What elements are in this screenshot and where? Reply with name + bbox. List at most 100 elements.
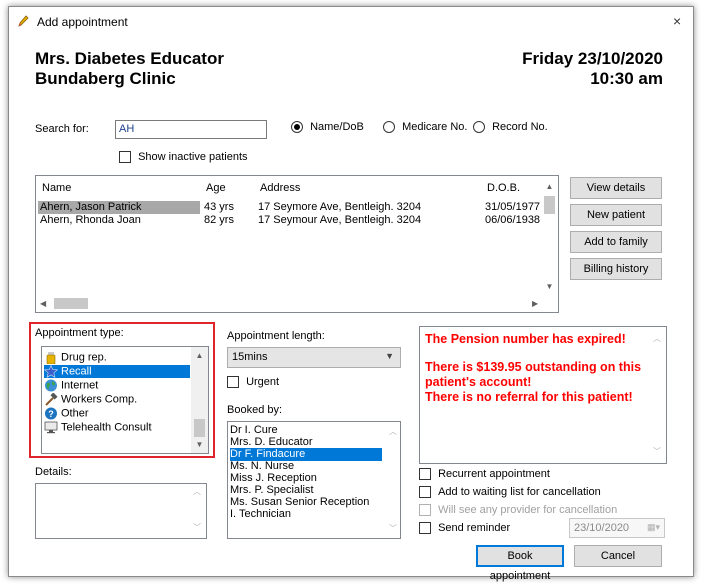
appointment-type-vscroll[interactable]: ▲ ▼: [191, 347, 208, 453]
reminder-date-picker: 23/10/2020 ▦▾: [569, 518, 665, 538]
any-provider-label: Will see any provider for cancellation: [438, 504, 618, 516]
scroll-down-arrow-icon[interactable]: ﹀: [193, 522, 201, 533]
scroll-thumb[interactable]: [544, 196, 555, 214]
appointment-type-highlight: Appointment type: Drug rep. Recall Inter…: [29, 322, 215, 458]
scroll-down-arrow-icon[interactable]: ﹀: [389, 523, 397, 534]
radio-indicator[interactable]: [473, 121, 485, 134]
appointment-length-value: 15mins: [232, 351, 268, 363]
chevron-down-icon[interactable]: ▼: [385, 351, 394, 361]
radio-selected-indicator[interactable]: [291, 121, 303, 134]
col-header-address[interactable]: Address: [260, 182, 300, 194]
new-patient-button[interactable]: New patient: [570, 204, 662, 226]
list-item[interactable]: Telehealth Consult: [44, 421, 190, 434]
radio-record-label: Record No.: [492, 121, 548, 133]
col-header-name[interactable]: Name: [42, 182, 71, 194]
details-textarea[interactable]: [35, 483, 207, 539]
radio-name-dob-label: Name/DoB: [310, 121, 364, 133]
add-to-family-button[interactable]: Add to family: [570, 231, 662, 253]
patient-age: 82 yrs: [204, 214, 234, 226]
calendar-icon: ▦▾: [646, 522, 660, 532]
patient-age: 43 yrs: [204, 201, 234, 213]
patient-list-vscroll[interactable]: ▲ ▼: [541, 176, 558, 295]
scroll-down-arrow-icon[interactable]: ▼: [191, 436, 208, 453]
list-item[interactable]: ? Other: [44, 407, 190, 420]
appointment-length-select[interactable]: 15mins ▼: [227, 347, 401, 368]
list-item-label: Telehealth Consult: [61, 421, 152, 434]
scroll-up-arrow-icon[interactable]: ︿: [193, 486, 201, 497]
col-header-dob[interactable]: D.O.B.: [487, 182, 520, 194]
scroll-left-arrow-icon[interactable]: ◀: [40, 299, 46, 308]
pencil-icon: [18, 15, 29, 27]
appointment-type-label: Appointment type:: [35, 327, 124, 339]
star-icon: [44, 365, 58, 378]
list-item[interactable]: I. Technician: [230, 508, 382, 521]
alert-no-referral: There is no referral for this patient!: [425, 390, 633, 404]
any-provider-checkbox: Will see any provider for cancellation: [419, 504, 618, 517]
show-inactive-label: Show inactive patients: [138, 151, 248, 163]
globe-icon: [45, 379, 57, 392]
radio-medicare[interactable]: Medicare No.: [383, 121, 468, 134]
patient-dob: 31/05/1977: [485, 201, 541, 213]
send-reminder-checkbox[interactable]: Send reminder: [419, 522, 510, 535]
list-item-label: Recall: [61, 365, 92, 378]
checkbox-box[interactable]: [419, 522, 431, 535]
scroll-down-arrow-icon[interactable]: ▼: [541, 278, 558, 295]
patient-address: 17 Seymour Ave, Bentleigh. 3204: [258, 214, 422, 226]
clinic-name: Bundaberg Clinic: [35, 69, 176, 88]
table-row[interactable]: Ahern, Jason Patrick 43 yrs 17 Seymore A…: [38, 201, 540, 214]
urgent-checkbox[interactable]: Urgent: [227, 376, 280, 389]
list-item[interactable]: Drug rep.: [44, 351, 190, 364]
radio-name-dob[interactable]: Name/DoB: [291, 121, 364, 134]
alert-pension-expired: The Pension number has expired!: [425, 332, 626, 346]
appointment-date: Friday 23/10/2020: [522, 49, 663, 68]
alert-outstanding-balance: There is $139.95 outstanding on this pat…: [425, 360, 642, 389]
scroll-down-arrow-icon[interactable]: ﹀: [653, 446, 661, 457]
add-appointment-window: Add appointment × Mrs. Diabetes Educator…: [8, 6, 694, 582]
scroll-up-arrow-icon[interactable]: ▲: [191, 347, 208, 364]
scroll-thumb[interactable]: [194, 419, 205, 437]
show-inactive-checkbox[interactable]: Show inactive patients: [119, 151, 248, 164]
book-appointment-button[interactable]: Book appointment: [476, 545, 564, 582]
checkbox-box[interactable]: [419, 468, 431, 481]
search-input[interactable]: AH: [115, 120, 267, 139]
monitor-icon: [44, 421, 58, 434]
hammer-icon: [45, 393, 58, 406]
booked-by-list[interactable]: Dr I. Cure Mrs. D. Educator Dr F. Findac…: [227, 421, 401, 539]
checkbox-box[interactable]: [419, 486, 431, 499]
list-item[interactable]: Recall: [44, 365, 190, 378]
scroll-up-arrow-icon[interactable]: ︿: [389, 426, 397, 437]
radio-indicator[interactable]: [383, 121, 395, 134]
checkbox-box[interactable]: [119, 151, 131, 164]
appointment-length-label: Appointment length:: [227, 330, 325, 342]
booked-by-label: Booked by:: [227, 404, 283, 416]
list-item[interactable]: Internet: [44, 379, 190, 392]
patient-list[interactable]: Name Age Address D.O.B. Ahern, Jason Pat…: [35, 175, 559, 313]
view-details-button[interactable]: View details: [570, 177, 662, 199]
reminder-date-value: 23/10/2020: [574, 522, 630, 534]
scroll-thumb[interactable]: [54, 298, 88, 309]
scroll-right-arrow-icon[interactable]: ▶: [532, 299, 538, 308]
window-title: Add appointment: [37, 15, 128, 29]
col-header-age[interactable]: Age: [206, 182, 226, 194]
close-button[interactable]: ×: [673, 13, 681, 29]
patient-list-hscroll[interactable]: ◀ ▶: [36, 295, 558, 312]
recurrent-label: Recurrent appointment: [438, 468, 550, 480]
appointment-type-list[interactable]: Drug rep. Recall Internet Workers Comp. …: [41, 346, 209, 454]
list-item-label: Workers Comp.: [61, 393, 138, 406]
list-item[interactable]: Workers Comp.: [44, 393, 190, 406]
list-item-label: Drug rep.: [61, 351, 107, 364]
scroll-up-arrow-icon[interactable]: ▲: [541, 178, 558, 195]
radio-medicare-label: Medicare No.: [402, 121, 468, 133]
billing-history-button[interactable]: Billing history: [570, 258, 662, 280]
scroll-up-arrow-icon[interactable]: ︿: [653, 333, 661, 344]
table-row[interactable]: Ahern, Rhonda Joan 82 yrs 17 Seymour Ave…: [38, 214, 540, 227]
details-vscroll[interactable]: ︿ ﹀: [190, 484, 206, 538]
cancel-button[interactable]: Cancel: [574, 545, 662, 567]
patient-address: 17 Seymore Ave, Bentleigh. 3204: [258, 201, 422, 213]
urgent-label: Urgent: [246, 376, 280, 388]
patient-alerts-box: The Pension number has expired! There is…: [419, 326, 667, 464]
recurrent-checkbox[interactable]: Recurrent appointment: [419, 468, 550, 481]
radio-record[interactable]: Record No.: [473, 121, 548, 134]
checkbox-box[interactable]: [227, 376, 239, 389]
waiting-list-checkbox[interactable]: Add to waiting list for cancellation: [419, 486, 601, 499]
